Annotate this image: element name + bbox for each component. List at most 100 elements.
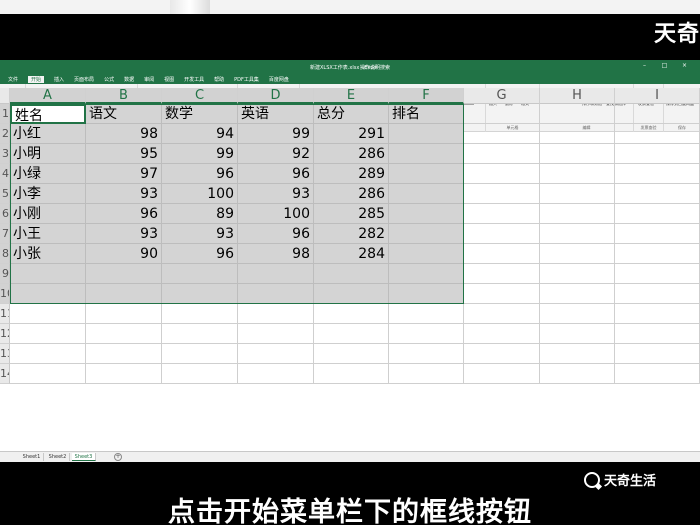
data-cell[interactable]: 小李 [10, 184, 86, 204]
cell[interactable] [615, 344, 700, 364]
row-header[interactable]: 9 [0, 264, 10, 284]
cell[interactable] [314, 324, 389, 344]
cell[interactable] [389, 264, 464, 284]
cell[interactable] [238, 324, 314, 344]
data-cell[interactable]: 93 [162, 224, 238, 244]
cell[interactable] [86, 344, 162, 364]
cell[interactable] [10, 264, 86, 284]
data-cell[interactable] [389, 144, 464, 164]
select-all-corner[interactable] [0, 88, 10, 104]
menu-tab[interactable]: PDF工具集 [234, 76, 259, 83]
menu-tab[interactable]: 开始 [28, 75, 45, 83]
cell[interactable] [615, 124, 700, 144]
cell[interactable] [389, 324, 464, 344]
cell[interactable] [238, 344, 314, 364]
header-cell[interactable]: 总分 [314, 104, 389, 124]
data-cell[interactable]: 94 [162, 124, 238, 144]
data-cell[interactable]: 100 [162, 184, 238, 204]
cell[interactable] [86, 364, 162, 384]
row-header[interactable]: 5 [0, 184, 10, 204]
row-header[interactable]: 7 [0, 224, 10, 244]
header-cell[interactable]: 语文 [86, 104, 162, 124]
data-cell[interactable]: 98 [86, 124, 162, 144]
cell[interactable] [540, 284, 615, 304]
cell[interactable] [540, 124, 615, 144]
cell[interactable] [464, 304, 540, 324]
row-header[interactable]: 12 [0, 324, 10, 344]
data-cell[interactable]: 89 [162, 204, 238, 224]
cell[interactable] [464, 284, 540, 304]
cell[interactable] [615, 304, 700, 324]
close-icon[interactable]: × [680, 62, 689, 70]
row-header[interactable]: 4 [0, 164, 10, 184]
cell[interactable] [162, 284, 238, 304]
cell[interactable] [540, 324, 615, 344]
cell[interactable] [540, 204, 615, 224]
cell[interactable] [615, 264, 700, 284]
cell[interactable] [615, 104, 700, 124]
menu-tab[interactable]: 开发工具 [184, 76, 204, 83]
tell-me-search[interactable]: 操作说明搜索 [360, 64, 390, 71]
column-header[interactable]: B [86, 88, 162, 104]
row-header[interactable]: 1 [0, 104, 10, 124]
cell[interactable] [10, 344, 86, 364]
minimize-icon[interactable]: – [640, 62, 649, 70]
cell[interactable] [464, 164, 540, 184]
cell[interactable] [464, 184, 540, 204]
cell[interactable] [162, 324, 238, 344]
cell[interactable] [10, 364, 86, 384]
cell[interactable] [238, 364, 314, 384]
cell[interactable] [464, 224, 540, 244]
cell[interactable] [615, 144, 700, 164]
menu-tab[interactable]: 插入 [54, 76, 64, 83]
data-cell[interactable]: 95 [86, 144, 162, 164]
data-cell[interactable]: 小明 [10, 144, 86, 164]
column-header[interactable]: C [162, 88, 238, 104]
cell[interactable] [540, 164, 615, 184]
cell[interactable] [10, 284, 86, 304]
column-header[interactable]: F [389, 88, 464, 104]
menu-tab[interactable]: 帮助 [214, 76, 224, 83]
data-cell[interactable] [389, 244, 464, 264]
cell[interactable] [540, 344, 615, 364]
menu-tab[interactable]: 百度网盘 [269, 76, 289, 83]
data-cell[interactable]: 小绿 [10, 164, 86, 184]
column-header[interactable]: I [615, 88, 700, 104]
menu-tab[interactable]: 审阅 [144, 76, 154, 83]
cell[interactable] [389, 284, 464, 304]
data-cell[interactable]: 小红 [10, 124, 86, 144]
cell[interactable] [615, 284, 700, 304]
data-cell[interactable]: 98 [238, 244, 314, 264]
data-cell[interactable]: 99 [238, 124, 314, 144]
row-header[interactable]: 3 [0, 144, 10, 164]
data-cell[interactable] [389, 184, 464, 204]
menu-tab[interactable]: 页面布局 [74, 76, 94, 83]
data-cell[interactable]: 93 [86, 184, 162, 204]
cell[interactable] [615, 204, 700, 224]
cell[interactable] [86, 264, 162, 284]
data-cell[interactable]: 285 [314, 204, 389, 224]
header-cell[interactable]: 英语 [238, 104, 314, 124]
data-cell[interactable]: 96 [86, 204, 162, 224]
data-cell[interactable]: 96 [162, 164, 238, 184]
cell[interactable] [162, 304, 238, 324]
data-cell[interactable] [389, 124, 464, 144]
cell[interactable] [162, 264, 238, 284]
row-header[interactable]: 6 [0, 204, 10, 224]
sheet-tab[interactable]: Sheet1 [20, 453, 44, 461]
data-cell[interactable] [389, 204, 464, 224]
column-header[interactable]: E [314, 88, 389, 104]
cell[interactable] [86, 304, 162, 324]
cell[interactable] [314, 264, 389, 284]
cell[interactable] [464, 364, 540, 384]
cell[interactable] [615, 164, 700, 184]
header-cell[interactable]: 数学 [162, 104, 238, 124]
row-header[interactable]: 8 [0, 244, 10, 264]
column-header[interactable]: H [540, 88, 615, 104]
data-cell[interactable]: 小王 [10, 224, 86, 244]
cell[interactable] [464, 204, 540, 224]
cell[interactable] [540, 264, 615, 284]
data-cell[interactable] [389, 164, 464, 184]
cell[interactable] [540, 224, 615, 244]
data-cell[interactable]: 96 [162, 244, 238, 264]
